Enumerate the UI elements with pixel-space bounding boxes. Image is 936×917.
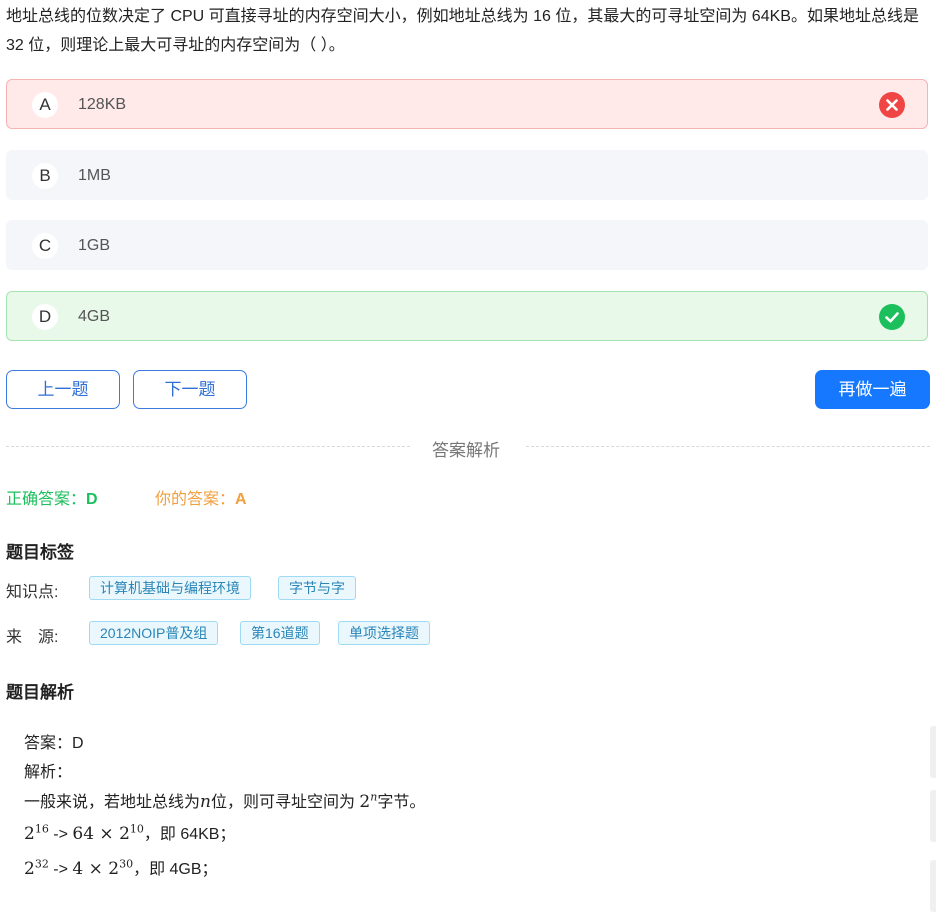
side-scroll-tab[interactable] xyxy=(930,860,936,912)
math-expression: 64 × 210 xyxy=(72,822,144,844)
analysis-line-1: 一般来说，若地址总线为n位，则可寻址空间为 2n字节。 xyxy=(24,788,425,812)
divider-left xyxy=(6,446,410,447)
tags-section-title: 题目标签 xyxy=(6,543,74,562)
analysis-section-title: 题目解析 xyxy=(6,683,74,702)
your-answer: 你的答案：A xyxy=(155,485,247,509)
knowledge-tag[interactable]: 字节与字 xyxy=(278,576,356,600)
source-tag[interactable]: 2012NOIP普及组 xyxy=(89,621,219,645)
correct-answer-value: D xyxy=(86,491,98,508)
answer-analysis-label: 答案解析 xyxy=(432,441,500,460)
math-variable: n xyxy=(200,792,211,812)
analysis-line-2: 216 -> 64 × 210，即 64KB； xyxy=(24,822,236,844)
analysis-text: 字节。 xyxy=(377,794,426,811)
analysis-line-3: 232 -> 4 × 230，即 4GB； xyxy=(24,857,218,879)
correct-answer: 正确答案：D xyxy=(6,485,98,509)
source-tag[interactable]: 第16道题 xyxy=(240,621,320,645)
correct-answer-label: 正确答案： xyxy=(6,491,87,508)
option-text: 128KB xyxy=(78,96,127,113)
knowledge-tag[interactable]: 计算机基础与编程环境 xyxy=(89,576,251,600)
analysis-text: 位，则可寻址空间为 xyxy=(210,794,360,811)
question-text: 地址总线的位数决定了 CPU 可直接寻址的内存空间大小，例如地址总线为 16 位… xyxy=(6,8,919,54)
side-scroll-tab[interactable] xyxy=(930,790,936,842)
analysis-answer-line: 答案：D xyxy=(24,735,84,752)
source-label: 来 源: xyxy=(6,629,59,646)
math-expression: 232 xyxy=(24,857,49,879)
your-answer-value: A xyxy=(235,491,247,508)
option-text: 4GB xyxy=(78,308,111,325)
close-circle-icon xyxy=(879,92,905,118)
option-text: 1MB xyxy=(78,167,111,184)
math-expression: 2n xyxy=(359,790,378,812)
next-question-button[interactable]: 下一题 xyxy=(133,370,247,409)
option-text: 1GB xyxy=(78,237,111,254)
redo-button[interactable]: 再做一遍 xyxy=(815,370,930,409)
math-expression: 216 xyxy=(24,822,49,844)
option-letter: B xyxy=(32,163,58,189)
knowledge-label: 知识点: xyxy=(6,584,59,601)
option-d[interactable]: D 4GB xyxy=(6,291,928,341)
option-a[interactable]: A 128KB xyxy=(6,79,928,129)
source-tag[interactable]: 单项选择题 xyxy=(338,621,430,645)
option-letter: C xyxy=(32,233,58,259)
option-b[interactable]: B 1MB xyxy=(6,150,928,200)
check-circle-icon xyxy=(879,304,905,330)
prev-question-button[interactable]: 上一题 xyxy=(6,370,120,409)
option-letter: D xyxy=(32,304,58,330)
math-expression: 4 × 230 xyxy=(72,857,134,879)
analysis-text: 一般来说，若地址总线为 xyxy=(24,794,201,811)
option-letter: A xyxy=(32,92,58,118)
divider-right xyxy=(526,446,930,447)
option-c[interactable]: C 1GB xyxy=(6,220,928,270)
analysis-explain-label: 解析： xyxy=(24,764,73,781)
side-scroll-tab[interactable] xyxy=(930,726,936,778)
your-answer-label: 你的答案： xyxy=(155,491,236,508)
